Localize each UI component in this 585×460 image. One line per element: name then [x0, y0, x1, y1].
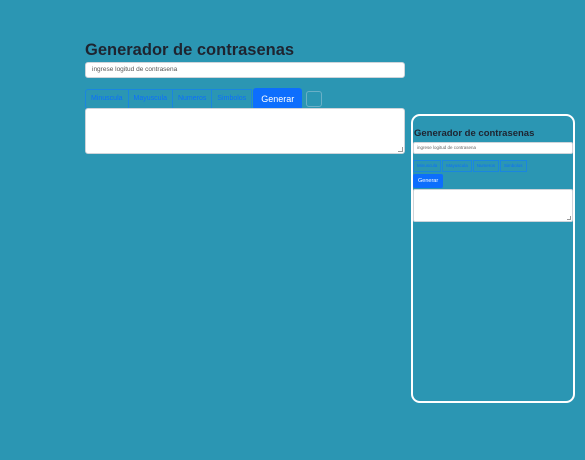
options-group: Minuscula Mayuscula Numeros Simbolos Gen…: [85, 88, 323, 110]
preview-option-simbolos[interactable]: Simbolos: [500, 160, 527, 172]
generate-button[interactable]: Generar: [253, 88, 303, 110]
option-mayuscula[interactable]: Mayuscula: [127, 89, 173, 109]
copy-button[interactable]: [306, 91, 323, 107]
preview-title: Generador de contrasenas: [414, 128, 535, 139]
resize-handle-icon[interactable]: [398, 147, 403, 152]
preview-options-group: Minuscula Mayuscula Numeros Simbolos: [413, 160, 528, 172]
option-minuscula[interactable]: Minuscula: [85, 89, 129, 109]
preview-resize-handle-icon[interactable]: [567, 216, 571, 220]
preview-option-minuscula[interactable]: Minuscula: [413, 160, 442, 172]
option-numeros[interactable]: Numeros: [171, 89, 213, 109]
preview-option-mayuscula[interactable]: Mayuscula: [442, 160, 472, 172]
preview-password-output[interactable]: [413, 189, 573, 222]
preview-generate-button[interactable]: Generar: [413, 174, 444, 188]
option-simbolos[interactable]: Simbolos: [211, 89, 253, 109]
generator-main: Generador de contrasenas ingrese logitud…: [85, 40, 405, 154]
password-output[interactable]: [85, 108, 405, 154]
page-title: Generador de contrasenas: [85, 41, 295, 59]
preview-option-numeros[interactable]: Numeros: [472, 160, 500, 172]
mobile-preview-frame: Generador de contrasenas ingrese logitud…: [411, 114, 575, 403]
length-input[interactable]: ingrese logitud de contrasena: [85, 62, 405, 78]
preview-length-input[interactable]: ingrese logitud de contrasena: [413, 142, 573, 154]
